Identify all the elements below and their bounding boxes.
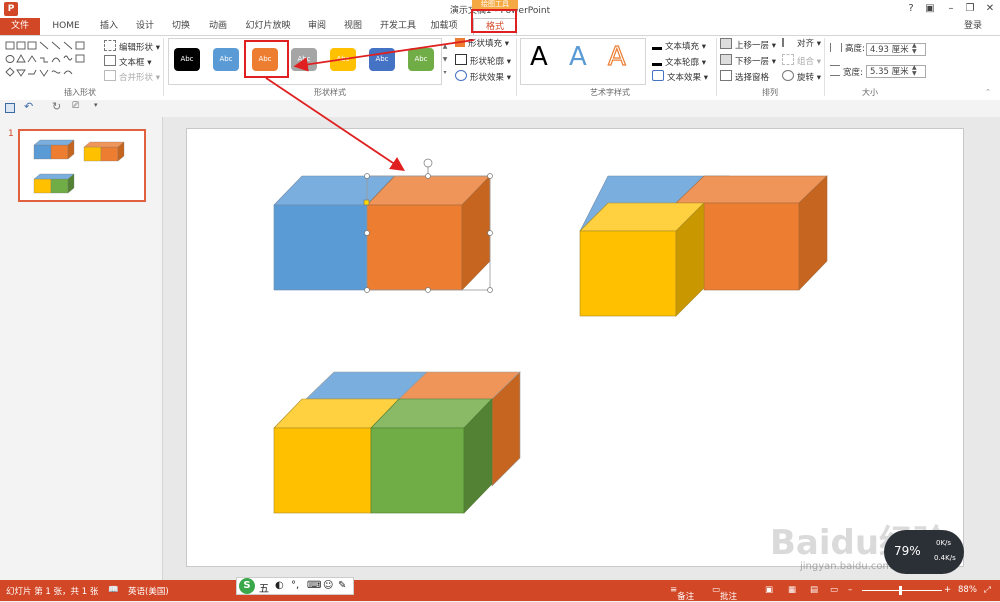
slide-count-status: 幻灯片 第 1 张，共 1 张 bbox=[6, 587, 99, 597]
settings-wrench-icon[interactable]: ✎ bbox=[338, 580, 346, 591]
slideshow-view-icon[interactable]: ▭ bbox=[830, 585, 838, 595]
fit-slide-icon[interactable]: ⤢ bbox=[984, 585, 991, 595]
annotation-arrows bbox=[265, 39, 475, 172]
notes-button[interactable]: ≡ 备注 bbox=[670, 585, 694, 602]
keyboard-icon[interactable]: ⌨ bbox=[307, 580, 321, 591]
half-width-icon[interactable]: ◐ bbox=[275, 580, 284, 591]
normal-view-icon[interactable]: ▣ bbox=[765, 585, 773, 595]
network-speed-widget[interactable]: 79% 0K/s 0.4K/s bbox=[884, 530, 964, 574]
comments-label: 批注 bbox=[720, 592, 738, 602]
upload-speed: 0K/s bbox=[936, 539, 952, 547]
language-status[interactable]: 英语(美国) bbox=[128, 585, 169, 597]
notes-label: 备注 bbox=[677, 592, 695, 602]
sogou-logo-icon[interactable]: S bbox=[239, 578, 255, 594]
download-speed: 0.4K/s bbox=[934, 554, 956, 562]
reading-view-icon[interactable]: ▤ bbox=[810, 585, 818, 595]
zoom-level[interactable]: 88% bbox=[958, 585, 977, 595]
spelling-check-icon[interactable]: 📖 bbox=[108, 585, 119, 595]
ime-toolbar[interactable]: S 五 ◐ °, ⌨ ☺ ✎ bbox=[236, 577, 354, 595]
zoom-slider-thumb[interactable] bbox=[899, 586, 902, 595]
cpu-percent: 79% bbox=[894, 544, 921, 558]
comments-button[interactable]: ▭ 批注 bbox=[712, 585, 737, 602]
skin-icon[interactable]: ☺ bbox=[323, 580, 333, 591]
slide-sorter-icon[interactable]: ▦ bbox=[788, 585, 796, 595]
ime-mode-label[interactable]: 五 bbox=[259, 580, 269, 595]
status-bar: 幻灯片 第 1 张，共 1 张 📖 英语(美国) ≡ 备注 ▭ 批注 ▣ ▦ ▤… bbox=[0, 580, 1000, 602]
watermark-url: jingyan.baidu.com bbox=[800, 561, 893, 572]
zoom-slider[interactable] bbox=[862, 590, 942, 591]
zoom-out-button[interactable]: – bbox=[848, 585, 852, 595]
zoom-in-button[interactable]: + bbox=[944, 585, 951, 595]
punctuation-icon[interactable]: °, bbox=[291, 580, 299, 591]
